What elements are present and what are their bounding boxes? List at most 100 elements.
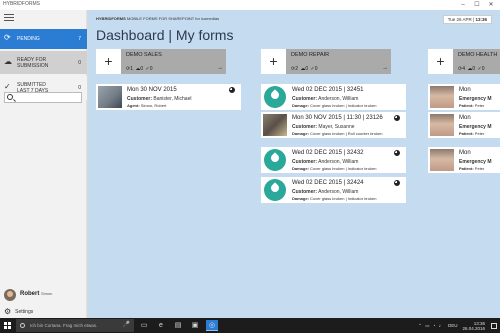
- label-line2: SUBMISSION: [17, 63, 49, 69]
- label: Emergency M: [459, 96, 492, 102]
- form-card[interactable]: Wed 02 DEC 2015 | 32432 Customer: Anders…: [261, 147, 406, 173]
- date-label: Tue 26 APR: [447, 17, 472, 22]
- value: Cover glass broken | Roll counter broken: [310, 131, 383, 136]
- search-icon: [7, 94, 13, 100]
- drop-icon: [263, 86, 287, 108]
- column-stats: ⟳4 ☁0 ✓0: [458, 66, 485, 72]
- clock[interactable]: 13:36 26.04.2016: [462, 321, 485, 331]
- sidebar-item-pending[interactable]: ⟳ PENDING 7: [0, 29, 87, 49]
- stat-ready: 0: [305, 66, 309, 72]
- notification-center-icon[interactable]: [491, 322, 497, 329]
- card-line1: Customer: Mayer, Susanne: [292, 124, 355, 130]
- card-line1: Emergency M: [459, 159, 492, 165]
- value: Anderson, William: [318, 159, 359, 165]
- language-indicator[interactable]: DEU: [448, 323, 458, 328]
- stat-submitted: 0: [149, 66, 153, 72]
- add-form-button[interactable]: +: [96, 49, 121, 74]
- arrow-right-icon[interactable]: →: [382, 65, 388, 71]
- maximize-button[interactable]: ☐: [470, 0, 484, 10]
- column-name: DEMO HEALTH: [458, 52, 498, 58]
- add-form-button[interactable]: +: [428, 49, 453, 74]
- task-view-icon[interactable]: ▭: [138, 320, 150, 331]
- stat-pending: 4: [462, 66, 465, 72]
- label: Customer:: [127, 96, 153, 102]
- sidebar-item-count: 0: [78, 60, 81, 66]
- avatar: [4, 289, 16, 301]
- form-column-health: + DEMO HEALTH ⟳4 ☁0 ✓0 Mon Emergency M P…: [428, 49, 500, 189]
- column-stats: ⟳2 ☁0 ✓0: [291, 66, 318, 72]
- column-header: + DEMO SALES ⟳1 ☁0 ✓0 →: [96, 49, 226, 74]
- sidebar-item-label: PENDING: [17, 36, 40, 42]
- store-icon[interactable]: ▣: [189, 320, 201, 331]
- file-explorer-icon[interactable]: ▤: [172, 320, 184, 331]
- cortana-icon: [20, 323, 25, 328]
- card-line1: Customer: Anderson, William: [292, 96, 358, 102]
- hybridforms-app-icon[interactable]: ◎: [206, 320, 218, 331]
- label: Customer:: [292, 159, 318, 165]
- column-header: + DEMO REPAIR ⟳2 ☁0 ✓0 →: [261, 49, 391, 74]
- value: Peter: [474, 103, 485, 108]
- progress-pie-icon: [394, 150, 400, 156]
- label: Agent:: [127, 103, 140, 108]
- label: Customer:: [292, 124, 318, 130]
- hamburger-menu-icon[interactable]: [4, 14, 14, 22]
- form-card[interactable]: Mon Emergency M Patient: Peter: [428, 112, 500, 138]
- card-title: Wed 02 DEC 2015 | 32432: [292, 150, 364, 156]
- card-thumbnail: [263, 114, 287, 136]
- edge-browser-icon[interactable]: e: [155, 320, 167, 331]
- search-input[interactable]: [4, 92, 82, 103]
- label: Damage:: [292, 103, 309, 108]
- form-card[interactable]: Mon 30 NOV 2015 | 11:30 | 23126 Customer…: [261, 112, 406, 138]
- card-line2: Patient: Peter: [459, 166, 484, 171]
- stat-submitted: 0: [314, 66, 318, 72]
- form-card[interactable]: Mon 30 NOV 2015 Customer: Banister, Mich…: [96, 84, 241, 110]
- user-profile[interactable]: Robert Simon: [4, 289, 84, 303]
- stat-pending: 1: [130, 66, 133, 72]
- label: Damage:: [292, 166, 309, 171]
- progress-pie-icon: [394, 115, 400, 121]
- windows-start-icon[interactable]: [0, 318, 16, 333]
- minimize-button[interactable]: –: [456, 0, 470, 10]
- value: Cover glass broken | Indicator broken: [310, 166, 377, 171]
- card-line1: Customer: Anderson, William: [292, 159, 358, 165]
- sidebar-item-ready[interactable]: ☁ READY FOR SUBMISSION 0: [0, 51, 87, 74]
- column-stats: ⟳1 ☁0 ✓0: [126, 66, 153, 72]
- card-line2: Damage: Cover glass broken | Indicator b…: [292, 166, 376, 171]
- form-card[interactable]: Wed 02 DEC 2015 | 32424 Customer: Anders…: [261, 177, 406, 203]
- settings-button[interactable]: ⚙ Settings: [4, 307, 33, 316]
- value: Anderson, William: [318, 96, 359, 102]
- arrow-right-icon[interactable]: →: [217, 65, 223, 71]
- card-thumbnail: [430, 86, 454, 108]
- value: Banister, Michael: [153, 96, 192, 102]
- column-name: DEMO REPAIR: [291, 52, 330, 58]
- drop-icon: [263, 149, 287, 171]
- card-title: Mon: [459, 87, 471, 93]
- progress-pie-icon: [394, 180, 400, 186]
- form-card[interactable]: Mon Emergency M Patient: Peter: [428, 84, 500, 110]
- card-line2: Patient: Peter: [459, 131, 484, 136]
- drop-icon: [263, 179, 287, 201]
- value: Cover glass broken | Indicator broken: [310, 196, 377, 201]
- microphone-icon[interactable]: 🎤: [123, 319, 130, 332]
- taskbar: Ich bin Cortana. Frag mich etwas. 🎤 ▭ e …: [0, 318, 500, 333]
- form-card[interactable]: Wed 02 DEC 2015 | 32451 Customer: Anders…: [261, 84, 406, 110]
- label: Patient:: [459, 103, 474, 108]
- card-title: Mon: [459, 150, 471, 156]
- label: Patient:: [459, 166, 474, 171]
- sidebar-item-count: 7: [78, 36, 81, 42]
- date-time-box: Tue 26 APR | 13:36: [442, 15, 492, 24]
- stat-submitted: 0: [481, 66, 485, 72]
- progress-pie-icon: [229, 87, 235, 93]
- stat-ready: 0: [472, 66, 476, 72]
- label: Customer:: [292, 96, 318, 102]
- cortana-search-input[interactable]: Ich bin Cortana. Frag mich etwas. 🎤: [16, 319, 134, 332]
- close-button[interactable]: ✕: [484, 0, 498, 10]
- card-title: Mon 30 NOV 2015 | 11:30 | 23126: [292, 115, 383, 121]
- card-line1: Customer: Banister, Michael: [127, 96, 191, 102]
- stat-ready: 0: [140, 66, 144, 72]
- form-card[interactable]: Mon Emergency M Patient: Peter: [428, 147, 500, 173]
- add-form-button[interactable]: +: [261, 49, 286, 74]
- brand-tagline: MOBILE FORMS FOR SHAREPOINT for icomedia…: [126, 16, 220, 21]
- main-content: HYBRIDFORMS MOBILE FORMS FOR SHAREPOINT …: [88, 10, 500, 318]
- tray-icons[interactable]: ⌃ ▭ ◔ ♪: [418, 323, 442, 329]
